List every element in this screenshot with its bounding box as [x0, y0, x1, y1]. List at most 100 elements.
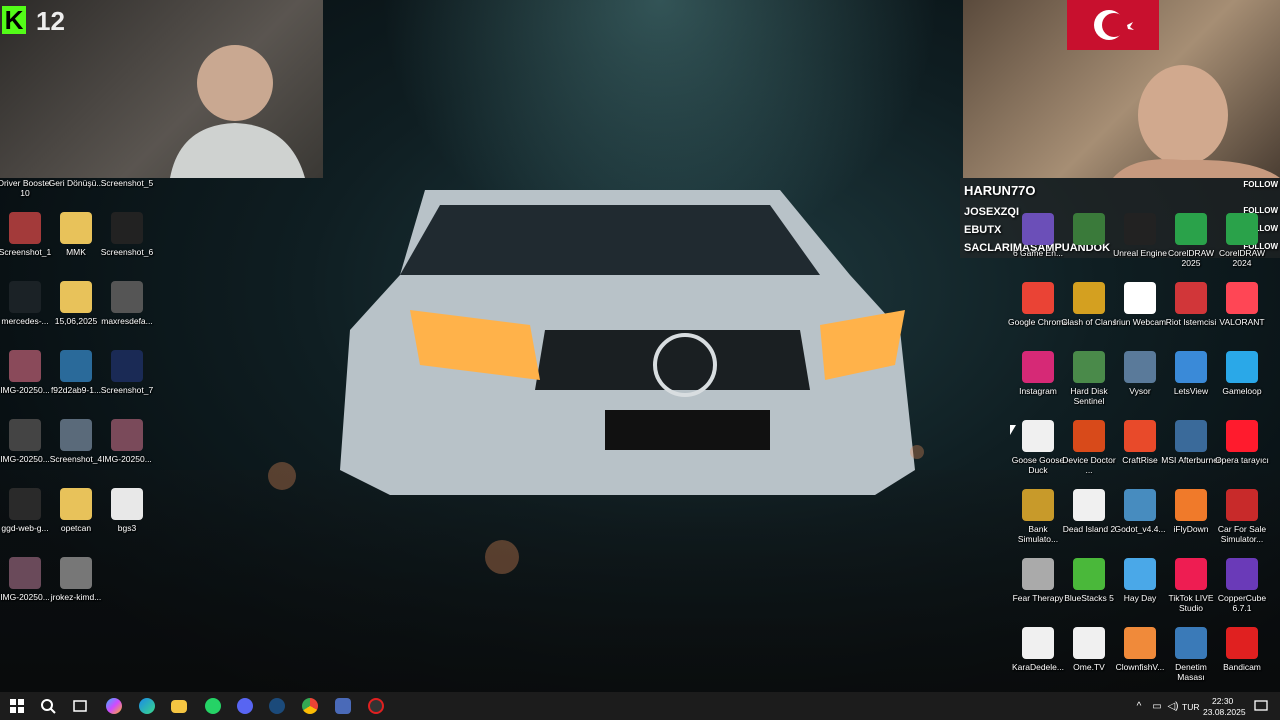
desktop-icon-label: Fear Therapy [1012, 593, 1064, 603]
desktop-icon-label: Godot_v4.4... [1114, 524, 1166, 534]
device-doctor-icon [1073, 420, 1105, 452]
taskbar-discord[interactable] [234, 696, 256, 716]
image-file-icon [9, 212, 41, 244]
kd-icon [1022, 627, 1054, 659]
desktop-icon-label: iFlyDown [1173, 524, 1209, 534]
taskbar-whatsapp[interactable] [202, 696, 224, 716]
start-button[interactable] [6, 696, 28, 716]
desktop-icon[interactable]: VALORANT [1212, 282, 1272, 348]
document-icon [111, 488, 143, 520]
notification-icon [1254, 700, 1268, 711]
hayday-icon [1124, 558, 1156, 590]
desktop-icon-label: Screenshot_4 [49, 454, 103, 464]
cube-icon [1073, 213, 1105, 245]
chat-user: HARUN77O [964, 183, 1036, 198]
bank-icon [1022, 489, 1054, 521]
desktop-icon-label: BlueStacks 5 [1064, 593, 1114, 603]
desktop-icon-label: Screenshot_5 [100, 178, 154, 188]
taskbar-chrome[interactable] [299, 696, 321, 716]
language-indicator[interactable]: TUR [1182, 702, 1199, 712]
guest-silhouette [1113, 65, 1280, 178]
godot-icon [1124, 489, 1156, 521]
notification-button[interactable] [1250, 696, 1272, 716]
desktop-icon[interactable]: jrokez-kimd... [46, 557, 106, 623]
desktop-icon[interactable]: maxresdefa... [97, 281, 157, 347]
desktop-icon[interactable]: Screenshot_6 [97, 212, 157, 278]
desktop-icon-label: Geri Dönüşü... [48, 178, 104, 188]
desktop-icon[interactable]: Screenshot_5 [97, 143, 157, 209]
download-icon [1175, 489, 1207, 521]
cube-icon [1022, 213, 1054, 245]
desktop-icon[interactable]: Bandicam [1212, 627, 1272, 693]
unreal-icon [1124, 213, 1156, 245]
tray-volume[interactable]: ◁) [1162, 696, 1184, 716]
desktop-icon-label: maxresdefa... [101, 316, 153, 326]
desktop-icon[interactable]: IMG-20250... [97, 419, 157, 485]
clock-date[interactable]: 23.08.2025 [1203, 707, 1246, 717]
taskbar-file-explorer[interactable] [168, 696, 190, 716]
desktop-icon[interactable]: Opera tarayıcı [1212, 420, 1272, 486]
letsview-icon [1175, 351, 1207, 383]
bandicam-icon [1226, 627, 1258, 659]
taskbar-copilot[interactable] [103, 696, 125, 716]
desktop-icon[interactable]: Gameloop [1212, 351, 1272, 417]
chrome-icon [1022, 282, 1054, 314]
tiktok-icon [1175, 558, 1207, 590]
image-file-icon [111, 281, 143, 313]
search-button[interactable] [37, 696, 59, 716]
control-panel-icon [1175, 627, 1207, 659]
image-file-icon [60, 557, 92, 589]
taskbar-edge[interactable] [136, 696, 158, 716]
chrome-icon [302, 698, 318, 714]
desktop-icon-label: Bandicam [1223, 662, 1261, 672]
clash-icon [1073, 282, 1105, 314]
follow-label: FOLLOW [1243, 180, 1278, 189]
steam-icon [269, 698, 285, 714]
desktop-icon-label: Unreal Engine [1113, 248, 1167, 258]
guest-webcam [963, 0, 1280, 178]
desktop-icon-label: Vysor [1129, 386, 1151, 396]
desktop-icon-label: Car For Sale Simulator... [1217, 524, 1267, 544]
taskbar-recorder[interactable] [365, 696, 387, 716]
folder-icon [171, 699, 187, 713]
desktop-icon-label: 6 Game En... [1012, 248, 1064, 258]
desktop-icon-label: jrokez-kimd... [50, 592, 102, 602]
turkish-flag [1067, 0, 1159, 50]
discord-icon [237, 698, 253, 714]
desktop-icon-label: LetsView [1173, 386, 1209, 396]
chevron-up-icon: ^ [1136, 700, 1142, 712]
desktop-icon-label: Riot Istemcisi [1165, 317, 1217, 327]
disk-icon [1073, 351, 1105, 383]
task-view-button[interactable] [69, 696, 91, 716]
desktop-icon-label: IMG-20250... [0, 454, 50, 464]
folder-icon [60, 281, 92, 313]
desktop-icon-label: mercedes-... [1, 316, 49, 326]
speaker-icon: ◁) [1167, 700, 1179, 712]
coreldraw-icon [1226, 213, 1258, 245]
desktop-icon-label: Gameloop [1222, 386, 1262, 396]
task-view-icon [73, 700, 87, 712]
desktop-icon-label: ClownfishV... [1115, 662, 1165, 672]
desktop-icon-label: Hay Day [1123, 593, 1157, 603]
clownfish-icon [1124, 627, 1156, 659]
coreldraw-icon [1175, 213, 1207, 245]
desktop-icon[interactable]: bgs3 [97, 488, 157, 554]
desktop-icon[interactable]: CopperCube 6.7.1 [1212, 558, 1272, 624]
image-file-icon [60, 350, 92, 382]
clock-time[interactable]: 22:30 [1212, 696, 1233, 706]
image-file-icon [9, 350, 41, 382]
desktop-icon[interactable]: Car For Sale Simulator... [1212, 489, 1272, 555]
taskbar-steam[interactable] [266, 696, 288, 716]
desktop-icon-label: IMG-20250... [0, 592, 50, 602]
desktop-icon[interactable]: CorelDRAW 2024 [1212, 213, 1272, 279]
desktop-icon-label: ggd-web-g... [1, 523, 49, 533]
image-file-icon [111, 419, 143, 451]
taskbar-app[interactable] [332, 696, 354, 716]
kick-logo: K [2, 6, 26, 34]
network-icon: ▭ [1152, 700, 1162, 712]
chat-user: EBUTX [964, 224, 1002, 236]
image-file-icon [111, 350, 143, 382]
desktop-icon[interactable]: Screenshot_7 [97, 350, 157, 416]
desktop-icon-label: Screenshot_6 [100, 247, 154, 257]
opera-icon [1226, 420, 1258, 452]
